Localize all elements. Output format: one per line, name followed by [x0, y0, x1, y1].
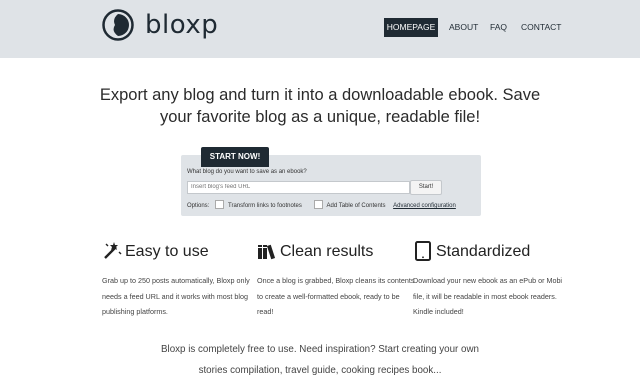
nav-homepage[interactable]: HOMEPAGE [384, 18, 438, 37]
bloxp-logo-icon[interactable] [102, 9, 134, 41]
header-bar: bloxp HOMEPAGE ABOUT FAQ CONTACT [0, 0, 640, 58]
advanced-config-link[interactable]: Advanced configuration [393, 203, 456, 209]
footer-line-1: Bloxp is completely free to use. Need in… [160, 344, 480, 355]
form-question: What blog do you want to save as an eboo… [187, 169, 307, 175]
nav-contact[interactable]: CONTACT [521, 18, 561, 37]
feature-title: Clean results [280, 243, 374, 260]
feature-description: Download your new ebook as an ePub or Mo… [413, 276, 563, 316]
footer-text: Bloxp is completely free to use. Need in… [0, 339, 640, 381]
books-icon [258, 244, 276, 260]
feature-title: Easy to use [125, 243, 209, 260]
start-now-tab[interactable]: START NOW! [201, 147, 269, 167]
feature-description: Once a blog is grabbed, Bloxp cleans its… [257, 276, 415, 316]
footer-line-2: stories compilation, travel guide, cooki… [198, 365, 442, 376]
options-row: Options: Transform links to footnotes Ad… [187, 200, 456, 209]
nav-faq[interactable]: FAQ [490, 18, 507, 37]
brand-name[interactable]: bloxp [145, 10, 218, 40]
start-button[interactable]: Start! [410, 180, 442, 195]
feature-title: Standardized [436, 243, 531, 260]
hero-line-1: Export any blog and turn it into a downl… [99, 86, 541, 104]
feed-url-input[interactable] [187, 181, 410, 194]
feature-description: Grab up to 250 posts automatically, Blox… [102, 276, 250, 316]
toc-checkbox[interactable] [313, 200, 323, 209]
footnotes-checkbox[interactable] [215, 200, 225, 209]
options-label: Options: [187, 203, 210, 209]
footnotes-label: Transform links to footnotes [228, 203, 302, 209]
tablet-icon [415, 241, 431, 261]
nav-about[interactable]: ABOUT [449, 18, 478, 37]
magic-wand-icon [104, 242, 122, 259]
toc-label: Add Table of Contents [326, 203, 386, 209]
main-nav: HOMEPAGE ABOUT FAQ CONTACT [384, 18, 640, 37]
hero-line-2: your favorite blog as a unique, readable… [159, 108, 481, 126]
hero-headline: Export any blog and turn it into a downl… [0, 84, 640, 128]
